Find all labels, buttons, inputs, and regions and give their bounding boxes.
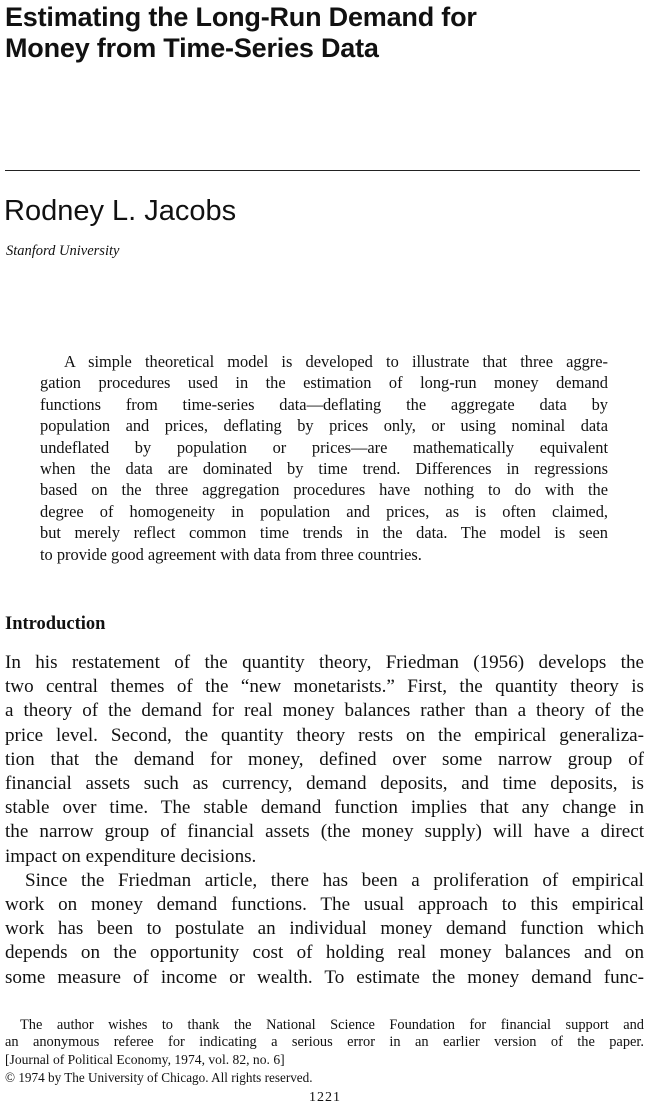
title-line: Money from Time-Series Data	[5, 33, 379, 63]
abstract-line: based on the three aggregation procedure…	[40, 480, 608, 500]
section-heading: Introduction	[5, 614, 106, 634]
body-line: In his restatement of the quantity theor…	[5, 652, 644, 673]
title-line: Estimating the Long-Run Demand for	[5, 2, 477, 32]
body-line: stable over time. The stable demand func…	[5, 797, 644, 819]
body-text: In his restatement of the quantity theor…	[5, 651, 644, 990]
body-line: work has been to postulate an individual…	[5, 918, 644, 940]
abstract-line: when the data are dominated by time tren…	[40, 459, 608, 479]
paper-title: Estimating the Long-Run Demand for Money…	[5, 2, 625, 64]
body-line: depends on the opportunity cost of holdi…	[5, 942, 644, 964]
abstract-line: A simple theoretical model is developed …	[64, 352, 608, 371]
footnote-line: The author wishes to thank the National …	[20, 1017, 644, 1033]
body-line: work on money demand functions. The usua…	[5, 894, 644, 916]
title-rule	[5, 170, 640, 171]
body-line: the narrow group of financial assets (th…	[5, 821, 644, 843]
abstract-line: but merely reflect common time trends in…	[40, 523, 608, 543]
abstract-line: to provide good agreement with data from…	[40, 544, 422, 564]
body-line: tion that the demand for money, defined …	[5, 748, 644, 770]
copyright-notice: © 1974 by The University of Chicago. All…	[5, 1069, 313, 1085]
author-name: Rodney L. Jacobs	[4, 195, 237, 227]
body-line: financial assets such as currency, deman…	[5, 773, 644, 795]
abstract-line: undeflated by population or prices—are m…	[40, 437, 608, 457]
footnote-line: an anonymous referee for indicating a se…	[5, 1034, 644, 1051]
paper-page: Estimating the Long-Run Demand for Money…	[0, 0, 650, 1111]
abstract-line: degree of homogeneity in population and …	[40, 501, 608, 521]
abstract-line: gation procedures used in the estimation…	[40, 373, 608, 393]
body-line: price level. Second, the quantity theory…	[5, 724, 644, 746]
body-line: two central themes of the “new monetaris…	[5, 676, 644, 698]
abstract-line: population and prices, deflating by pric…	[40, 416, 608, 436]
abstract-line: functions from time-series data—deflatin…	[40, 394, 608, 414]
body-line: a theory of the demand for real money ba…	[5, 700, 644, 722]
body-line: some measure of income or wealth. To est…	[5, 966, 644, 988]
body-line: Since the Friedman article, there has be…	[25, 869, 644, 891]
footnote: The author wishes to thank the National …	[5, 1017, 644, 1086]
journal-citation: [Journal of Political Economy, 1974, vol…	[5, 1052, 285, 1068]
page-number: 1221	[309, 1090, 341, 1105]
abstract: A simple theoretical model is developed …	[40, 351, 608, 565]
author-affiliation: Stanford University	[6, 243, 120, 259]
body-line: impact on expenditure decisions.	[5, 845, 257, 867]
